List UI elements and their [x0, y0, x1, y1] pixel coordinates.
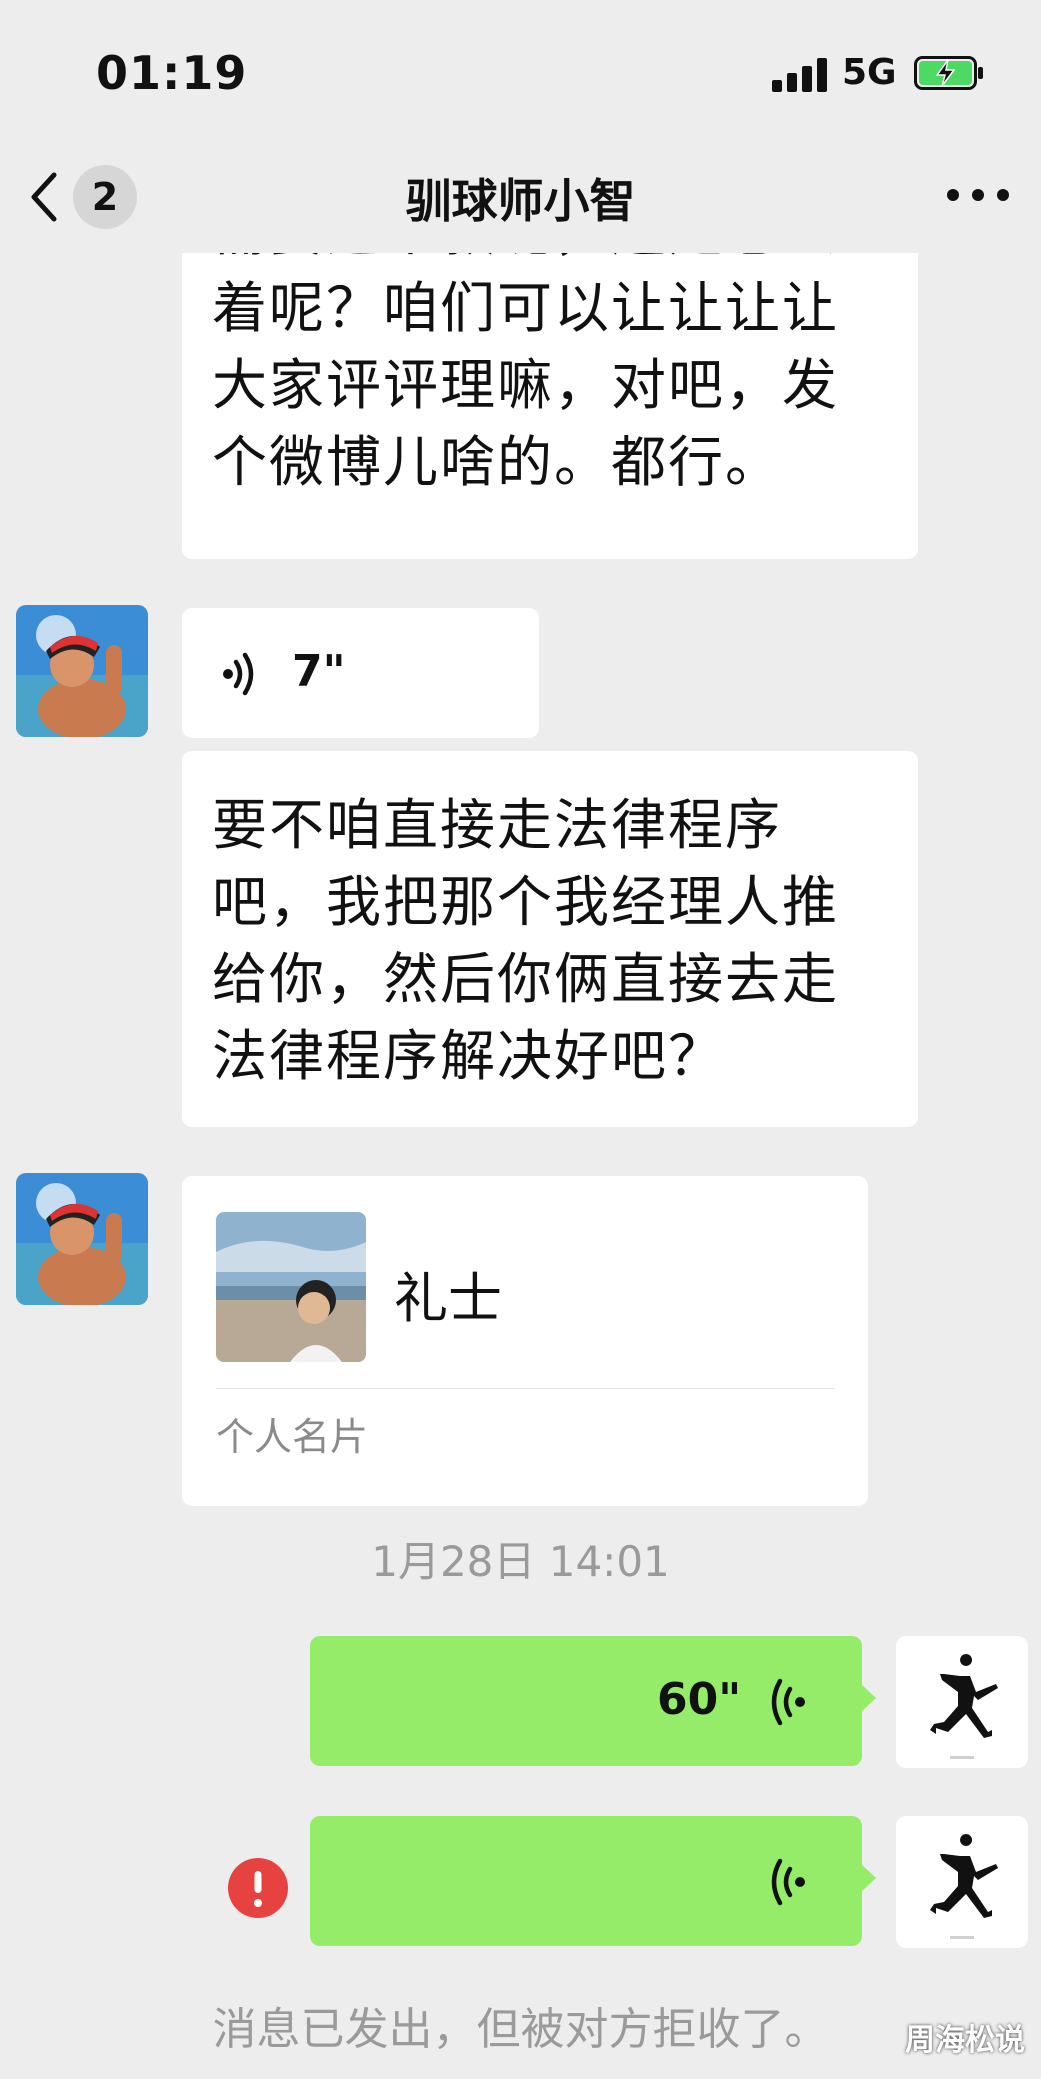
watermark-text: 周海松说	[905, 2023, 1025, 2058]
voice-duration: 7"	[292, 646, 346, 697]
signal-icon	[772, 58, 828, 92]
contact-avatar[interactable]	[16, 1173, 148, 1305]
more-options-icon[interactable]	[947, 189, 1009, 203]
send-failed-icon[interactable]	[228, 1858, 288, 1918]
bubble-tail	[860, 1863, 876, 1893]
chat-title: 驯球师小智	[405, 174, 636, 228]
status-bar: 01:19 5G	[0, 0, 1041, 145]
outgoing-voice-bubble-rejected[interactable]	[310, 1816, 862, 1946]
voice-wave-icon	[223, 652, 254, 696]
jumpman-logo-icon	[930, 1834, 998, 1939]
incoming-text-bubble[interactable]: 需要这个款呢，还是怎么 着呢？咱们可以让让让让 大家评评理嘛，对吧，发 个微博儿…	[182, 253, 918, 559]
rejected-system-note: 消息已发出，但被对方拒收了。	[212, 2004, 829, 2055]
timestamp: 1月28日 14:01	[371, 1537, 670, 1586]
voice-wave-icon	[771, 1858, 805, 1906]
card-avatar-image	[216, 1212, 366, 1362]
status-time: 01:19	[96, 46, 248, 100]
my-avatar[interactable]	[896, 1636, 1028, 1768]
incoming-voice-bubble[interactable]: 7"	[182, 608, 539, 738]
message-list[interactable]: 需要这个款呢，还是怎么 着呢？咱们可以让让让让 大家评评理嘛，对吧，发 个微博儿…	[0, 253, 1041, 2079]
my-avatar[interactable]	[896, 1816, 1028, 1948]
contact-avatar[interactable]	[16, 605, 148, 737]
voice-duration: 60"	[657, 1674, 742, 1725]
message-text: 要不咱直接走法律程序 吧，我把那个我经理人推 给你，然后你俩直接去走 法律程序解…	[212, 793, 840, 1088]
contact-card-bubble[interactable]: 礼士 个人名片	[182, 1176, 868, 1506]
card-type-label: 个人名片	[216, 1415, 369, 1459]
card-contact-name: 礼士	[394, 1267, 502, 1330]
outgoing-voice-bubble[interactable]: 60"	[310, 1636, 862, 1766]
anime-avatar-image	[16, 605, 148, 737]
battery-charging-icon	[914, 56, 983, 90]
card-divider	[216, 1388, 834, 1389]
incoming-text-bubble[interactable]: 要不咱直接走法律程序 吧，我把那个我经理人推 给你，然后你俩直接去走 法律程序解…	[182, 751, 918, 1127]
anime-avatar-image	[16, 1173, 148, 1305]
bubble-tail	[860, 1683, 876, 1713]
chat-header: 2 驯球师小智	[0, 145, 1041, 253]
message-text: 需要这个款呢，还是怎么 着呢？咱们可以让让让让 大家评评理嘛，对吧，发 个微博儿…	[212, 253, 840, 494]
voice-wave-icon	[771, 1678, 805, 1726]
jumpman-logo-icon	[930, 1654, 998, 1759]
network-label: 5G	[842, 52, 897, 93]
